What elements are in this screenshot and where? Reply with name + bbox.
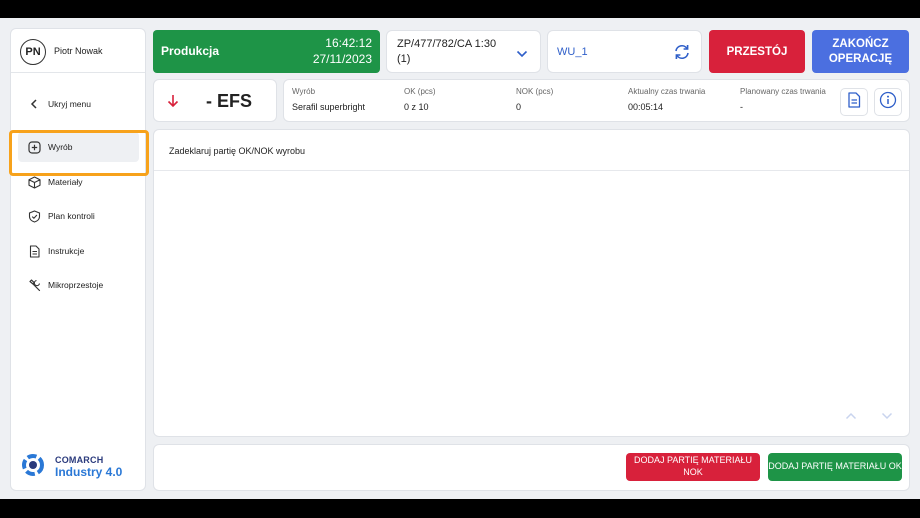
avatar: PN bbox=[20, 39, 46, 65]
sidebar-item-micro-stops[interactable]: Mikroprzestoje bbox=[18, 270, 139, 300]
panel-title: Zadeklaruj partię OK/NOK wyrobu bbox=[169, 146, 306, 156]
sidebar: PN Piotr Nowak Ukryj menu Wyrób Materiał… bbox=[10, 28, 146, 491]
production-status: Produkcja 16:42:12 27/11/2023 bbox=[153, 30, 380, 73]
shield-check-icon bbox=[27, 209, 41, 223]
sidebar-item-label: Ukryj menu bbox=[48, 99, 91, 109]
sidebar-item-label: Mikroprzestoje bbox=[48, 280, 104, 290]
user-panel[interactable]: PN Piotr Nowak bbox=[11, 29, 145, 73]
chevron-left-icon bbox=[27, 97, 41, 111]
planned-duration-label: Planowany czas trwania bbox=[740, 87, 826, 96]
status-label: Produkcja bbox=[161, 44, 220, 58]
chevron-down-icon bbox=[881, 407, 893, 425]
operation-panel: - EFS bbox=[153, 79, 277, 122]
sidebar-item-hide-menu[interactable]: Ukryj menu bbox=[18, 89, 139, 119]
order-number: ZP/477/782/CA 1:30 (1) bbox=[397, 38, 497, 66]
selection-highlight bbox=[9, 130, 149, 176]
chevron-down-icon bbox=[516, 45, 528, 63]
planned-duration-value: - bbox=[740, 102, 743, 112]
info-icon bbox=[879, 91, 897, 114]
comarch-logo: COMARCH Industry 4.0 bbox=[19, 451, 122, 484]
declaration-panel: Zadeklaruj partię OK/NOK wyrobu bbox=[153, 129, 910, 437]
ok-label: OK (pcs) bbox=[404, 87, 436, 96]
scroll-down-button[interactable] bbox=[874, 403, 900, 429]
sidebar-item-label: Materiały bbox=[48, 177, 83, 187]
action-bar: DODAJ PARTIĘ MATERIAŁU NOK DODAJ PARTIĘ … bbox=[153, 444, 910, 491]
ok-value: 0 z 10 bbox=[404, 102, 429, 112]
sidebar-item-control-plan[interactable]: Plan kontroli bbox=[18, 201, 139, 231]
downtime-button[interactable]: PRZESTÓJ bbox=[709, 30, 805, 73]
chevron-up-icon bbox=[845, 407, 857, 425]
sidebar-item-label: Plan kontroli bbox=[48, 211, 95, 221]
app-screen: PN Piotr Nowak Ukryj menu Wyrób Materiał… bbox=[0, 18, 920, 499]
info-button[interactable] bbox=[874, 88, 902, 116]
divider bbox=[154, 170, 909, 171]
document-button[interactable] bbox=[840, 88, 868, 116]
nok-value: 0 bbox=[516, 102, 522, 112]
wrench-icon bbox=[27, 278, 41, 292]
workstation-name: WU_1 bbox=[557, 46, 588, 58]
current-duration-label: Aktualny czas trwania bbox=[628, 87, 706, 96]
current-duration-value: 00:05:14 bbox=[628, 102, 664, 112]
operation-code: - EFS bbox=[206, 91, 253, 111]
current-time: 16:42:12 bbox=[325, 36, 372, 50]
brand-product: Industry 4.0 bbox=[55, 464, 123, 479]
add-nok-batch-button[interactable]: DODAJ PARTIĘ MATERIAŁU NOK bbox=[626, 453, 760, 481]
product-label: Wyrób bbox=[292, 87, 316, 96]
product-value: Serafil superbright bbox=[292, 102, 366, 112]
order-select[interactable]: ZP/477/782/CA 1:30 (1) bbox=[386, 30, 541, 73]
nok-label: NOK (pcs) bbox=[516, 87, 554, 96]
add-ok-batch-button[interactable]: DODAJ PARTIĘ MATERIAŁU OK bbox=[768, 453, 902, 481]
production-info: Wyrób Serafil superbright OK (pcs) 0 z 1… bbox=[283, 79, 910, 122]
cube-icon bbox=[27, 175, 41, 189]
finish-operation-button[interactable]: ZAKOŃCZ OPERACJĘ bbox=[812, 30, 909, 73]
sidebar-item-instructions[interactable]: Instrukcje bbox=[18, 236, 139, 266]
current-date: 27/11/2023 bbox=[312, 51, 372, 66]
arrow-down-icon bbox=[167, 94, 179, 113]
scroll-up-button[interactable] bbox=[838, 403, 864, 429]
user-name: Piotr Nowak bbox=[54, 46, 103, 56]
sidebar-item-label: Instrukcje bbox=[48, 246, 85, 256]
refresh-icon[interactable] bbox=[672, 42, 692, 67]
document-icon bbox=[847, 91, 861, 113]
document-icon bbox=[27, 244, 41, 258]
comarch-logo-icon bbox=[19, 451, 47, 484]
workstation-select[interactable]: WU_1 bbox=[547, 30, 702, 73]
